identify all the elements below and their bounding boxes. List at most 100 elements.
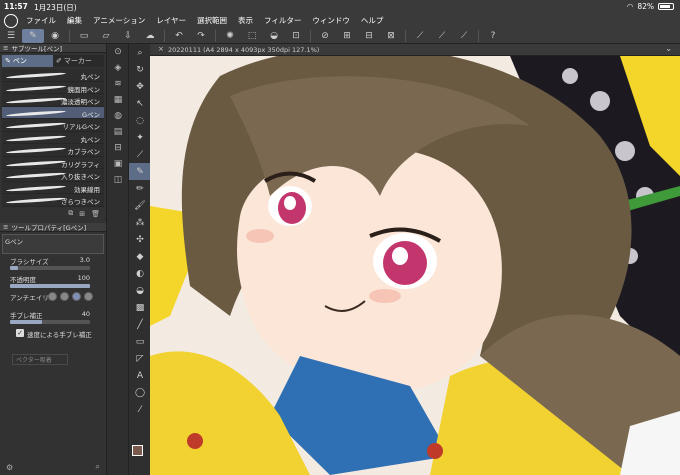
- simple-mode-toggle-icon[interactable]: ✎: [22, 28, 44, 43]
- airbrush-icon[interactable]: ⁂: [129, 214, 151, 231]
- brush-item[interactable]: 丸ペン: [2, 131, 104, 144]
- antialias-none[interactable]: [48, 291, 57, 301]
- menu-selection[interactable]: 選択範囲: [197, 15, 227, 26]
- brush-icon[interactable]: 🖌: [129, 197, 151, 214]
- copy-subtool-icon[interactable]: ⧉: [68, 209, 73, 218]
- deselect-icon[interactable]: ⊘: [314, 29, 336, 43]
- figure-icon[interactable]: ╱: [129, 316, 151, 333]
- ruler-icon[interactable]: ◸: [129, 350, 151, 367]
- snap-ruler-icon[interactable]: ⟋: [409, 29, 431, 43]
- zoom-icon[interactable]: ⌕: [129, 44, 151, 61]
- correct-line-icon[interactable]: ⁄: [129, 401, 151, 418]
- pencil-icon[interactable]: ✏: [129, 180, 151, 197]
- hamburger-menu-icon[interactable]: ☰: [0, 29, 22, 43]
- layers-icon[interactable]: ≋: [107, 76, 129, 92]
- transform-icon[interactable]: ⊡: [285, 29, 307, 43]
- menu-window[interactable]: ウィンドウ: [312, 15, 350, 26]
- eraser-icon[interactable]: ◆: [129, 248, 151, 265]
- menu-edit[interactable]: 編集: [67, 15, 82, 26]
- opacity-slider[interactable]: [10, 283, 90, 288]
- color-set-icon[interactable]: ▤: [107, 124, 129, 140]
- menu-layer[interactable]: レイヤー: [156, 15, 186, 26]
- text-tool-icon[interactable]: A: [129, 367, 151, 384]
- palette-grip-icon[interactable]: ≡: [3, 44, 8, 52]
- chevron-down-icon[interactable]: ⌄: [665, 44, 672, 53]
- menu-animation[interactable]: アニメーション: [93, 15, 145, 26]
- clear-outside-icon[interactable]: ⬚: [241, 29, 263, 43]
- brush-item[interactable]: 濃淡透明ペン: [2, 94, 104, 107]
- fill-icon[interactable]: ◒: [263, 29, 285, 43]
- clip-studio-icon[interactable]: ◉: [44, 29, 66, 43]
- layer-property-icon[interactable]: ◈: [107, 60, 129, 76]
- brush-size-slider[interactable]: [10, 265, 90, 270]
- stabilization-value[interactable]: 40: [82, 310, 90, 318]
- brush-item-selected[interactable]: Gペン: [2, 106, 104, 119]
- opacity-row[interactable]: 不透明度 100: [2, 274, 104, 288]
- save-icon[interactable]: ⇩: [117, 29, 139, 43]
- speed-stabilization-row[interactable]: ✓ 速度による手ブレ補正: [2, 328, 104, 340]
- undo-icon[interactable]: ↶: [168, 29, 190, 43]
- brush-size-row[interactable]: ブラシサイズ 3.0: [2, 256, 104, 270]
- menu-view[interactable]: 表示: [238, 15, 253, 26]
- brush-item[interactable]: 鏡面用ペン: [2, 81, 104, 94]
- new-subtool-icon[interactable]: ⊞: [79, 210, 85, 218]
- invert-selection-icon[interactable]: ⊞: [336, 29, 358, 43]
- drawing-canvas[interactable]: [150, 56, 680, 475]
- fill-tool-icon[interactable]: ◒: [129, 282, 151, 299]
- brush-preset-preview[interactable]: Gペン: [2, 233, 104, 254]
- menu-help[interactable]: ヘルプ: [361, 15, 384, 26]
- redo-icon[interactable]: ↷: [190, 29, 212, 43]
- main-color-swatch[interactable]: [132, 445, 143, 456]
- gradient-icon[interactable]: ▩: [129, 299, 151, 316]
- material-icon[interactable]: ▦: [107, 92, 129, 108]
- brush-item[interactable]: 効果線用: [2, 181, 104, 194]
- decoration-icon[interactable]: ✣: [129, 231, 151, 248]
- canvas-tab[interactable]: × 20220111 (A4 2894 x 4093px 350dpi 127.…: [150, 44, 680, 56]
- item-bank-icon[interactable]: ▣: [107, 156, 129, 172]
- balloon-icon[interactable]: ◯: [129, 384, 151, 401]
- speed-stabilization-checkbox[interactable]: ✓: [16, 328, 24, 337]
- navigator-icon[interactable]: ⊙: [107, 44, 129, 60]
- menu-file[interactable]: ファイル: [26, 15, 56, 26]
- stabilization-row[interactable]: 手ブレ補正 40: [2, 310, 104, 324]
- cloud-icon[interactable]: ☁: [139, 29, 161, 43]
- stabilization-slider[interactable]: [10, 319, 90, 324]
- menu-filter[interactable]: フィルター: [264, 15, 301, 26]
- brush-item[interactable]: ざらつきペン: [2, 194, 104, 207]
- operation-icon[interactable]: ↖: [129, 95, 151, 112]
- expand-selection-icon[interactable]: ⊟: [358, 29, 380, 43]
- shrink-selection-icon[interactable]: ⊠: [380, 29, 402, 43]
- frame-border-icon[interactable]: ▭: [129, 333, 151, 350]
- pen-tool-icon[interactable]: ✎: [129, 163, 151, 180]
- color-swatches[interactable]: [132, 445, 149, 463]
- help-icon[interactable]: ?: [482, 29, 504, 43]
- tab-marker[interactable]: ✐ マーカー: [53, 55, 104, 67]
- sub-view-icon[interactable]: ◫: [107, 172, 129, 188]
- color-wheel-icon[interactable]: ◍: [107, 108, 129, 124]
- snap-grid-icon[interactable]: ⟋: [453, 29, 475, 43]
- auto-select-icon[interactable]: ✦: [129, 129, 151, 146]
- palette-grip-icon[interactable]: ≡: [3, 223, 8, 231]
- app-logo-icon[interactable]: [4, 13, 18, 28]
- new-file-icon[interactable]: ▭: [73, 29, 95, 43]
- close-icon[interactable]: ×: [158, 45, 164, 53]
- antialias-medium[interactable]: [72, 291, 81, 301]
- tab-pen[interactable]: ✎ ペン: [2, 55, 53, 67]
- antialias-options[interactable]: [48, 291, 93, 301]
- search-icon[interactable]: ⌕: [96, 462, 100, 472]
- trash-icon[interactable]: 🗑: [91, 210, 100, 218]
- open-folder-icon[interactable]: ▱: [95, 29, 117, 43]
- brush-item[interactable]: 入り抜きペン: [2, 169, 104, 182]
- blend-icon[interactable]: ◐: [129, 265, 151, 282]
- brush-item[interactable]: リアルGペン: [2, 119, 104, 132]
- move-icon[interactable]: ✥: [129, 78, 151, 95]
- panel-settings-icon[interactable]: ⚙: [6, 463, 13, 472]
- snap-special-ruler-icon[interactable]: ⟋: [431, 29, 453, 43]
- brush-size-value[interactable]: 3.0: [80, 256, 90, 264]
- eyedropper-icon[interactable]: ⟋: [129, 146, 151, 163]
- clear-icon[interactable]: ✺: [219, 29, 241, 43]
- brush-item[interactable]: 丸ペン: [2, 69, 104, 82]
- lasso-icon[interactable]: ◌: [129, 112, 151, 129]
- history-icon[interactable]: ⊟: [107, 140, 129, 156]
- rotate-icon[interactable]: ↻: [129, 61, 151, 78]
